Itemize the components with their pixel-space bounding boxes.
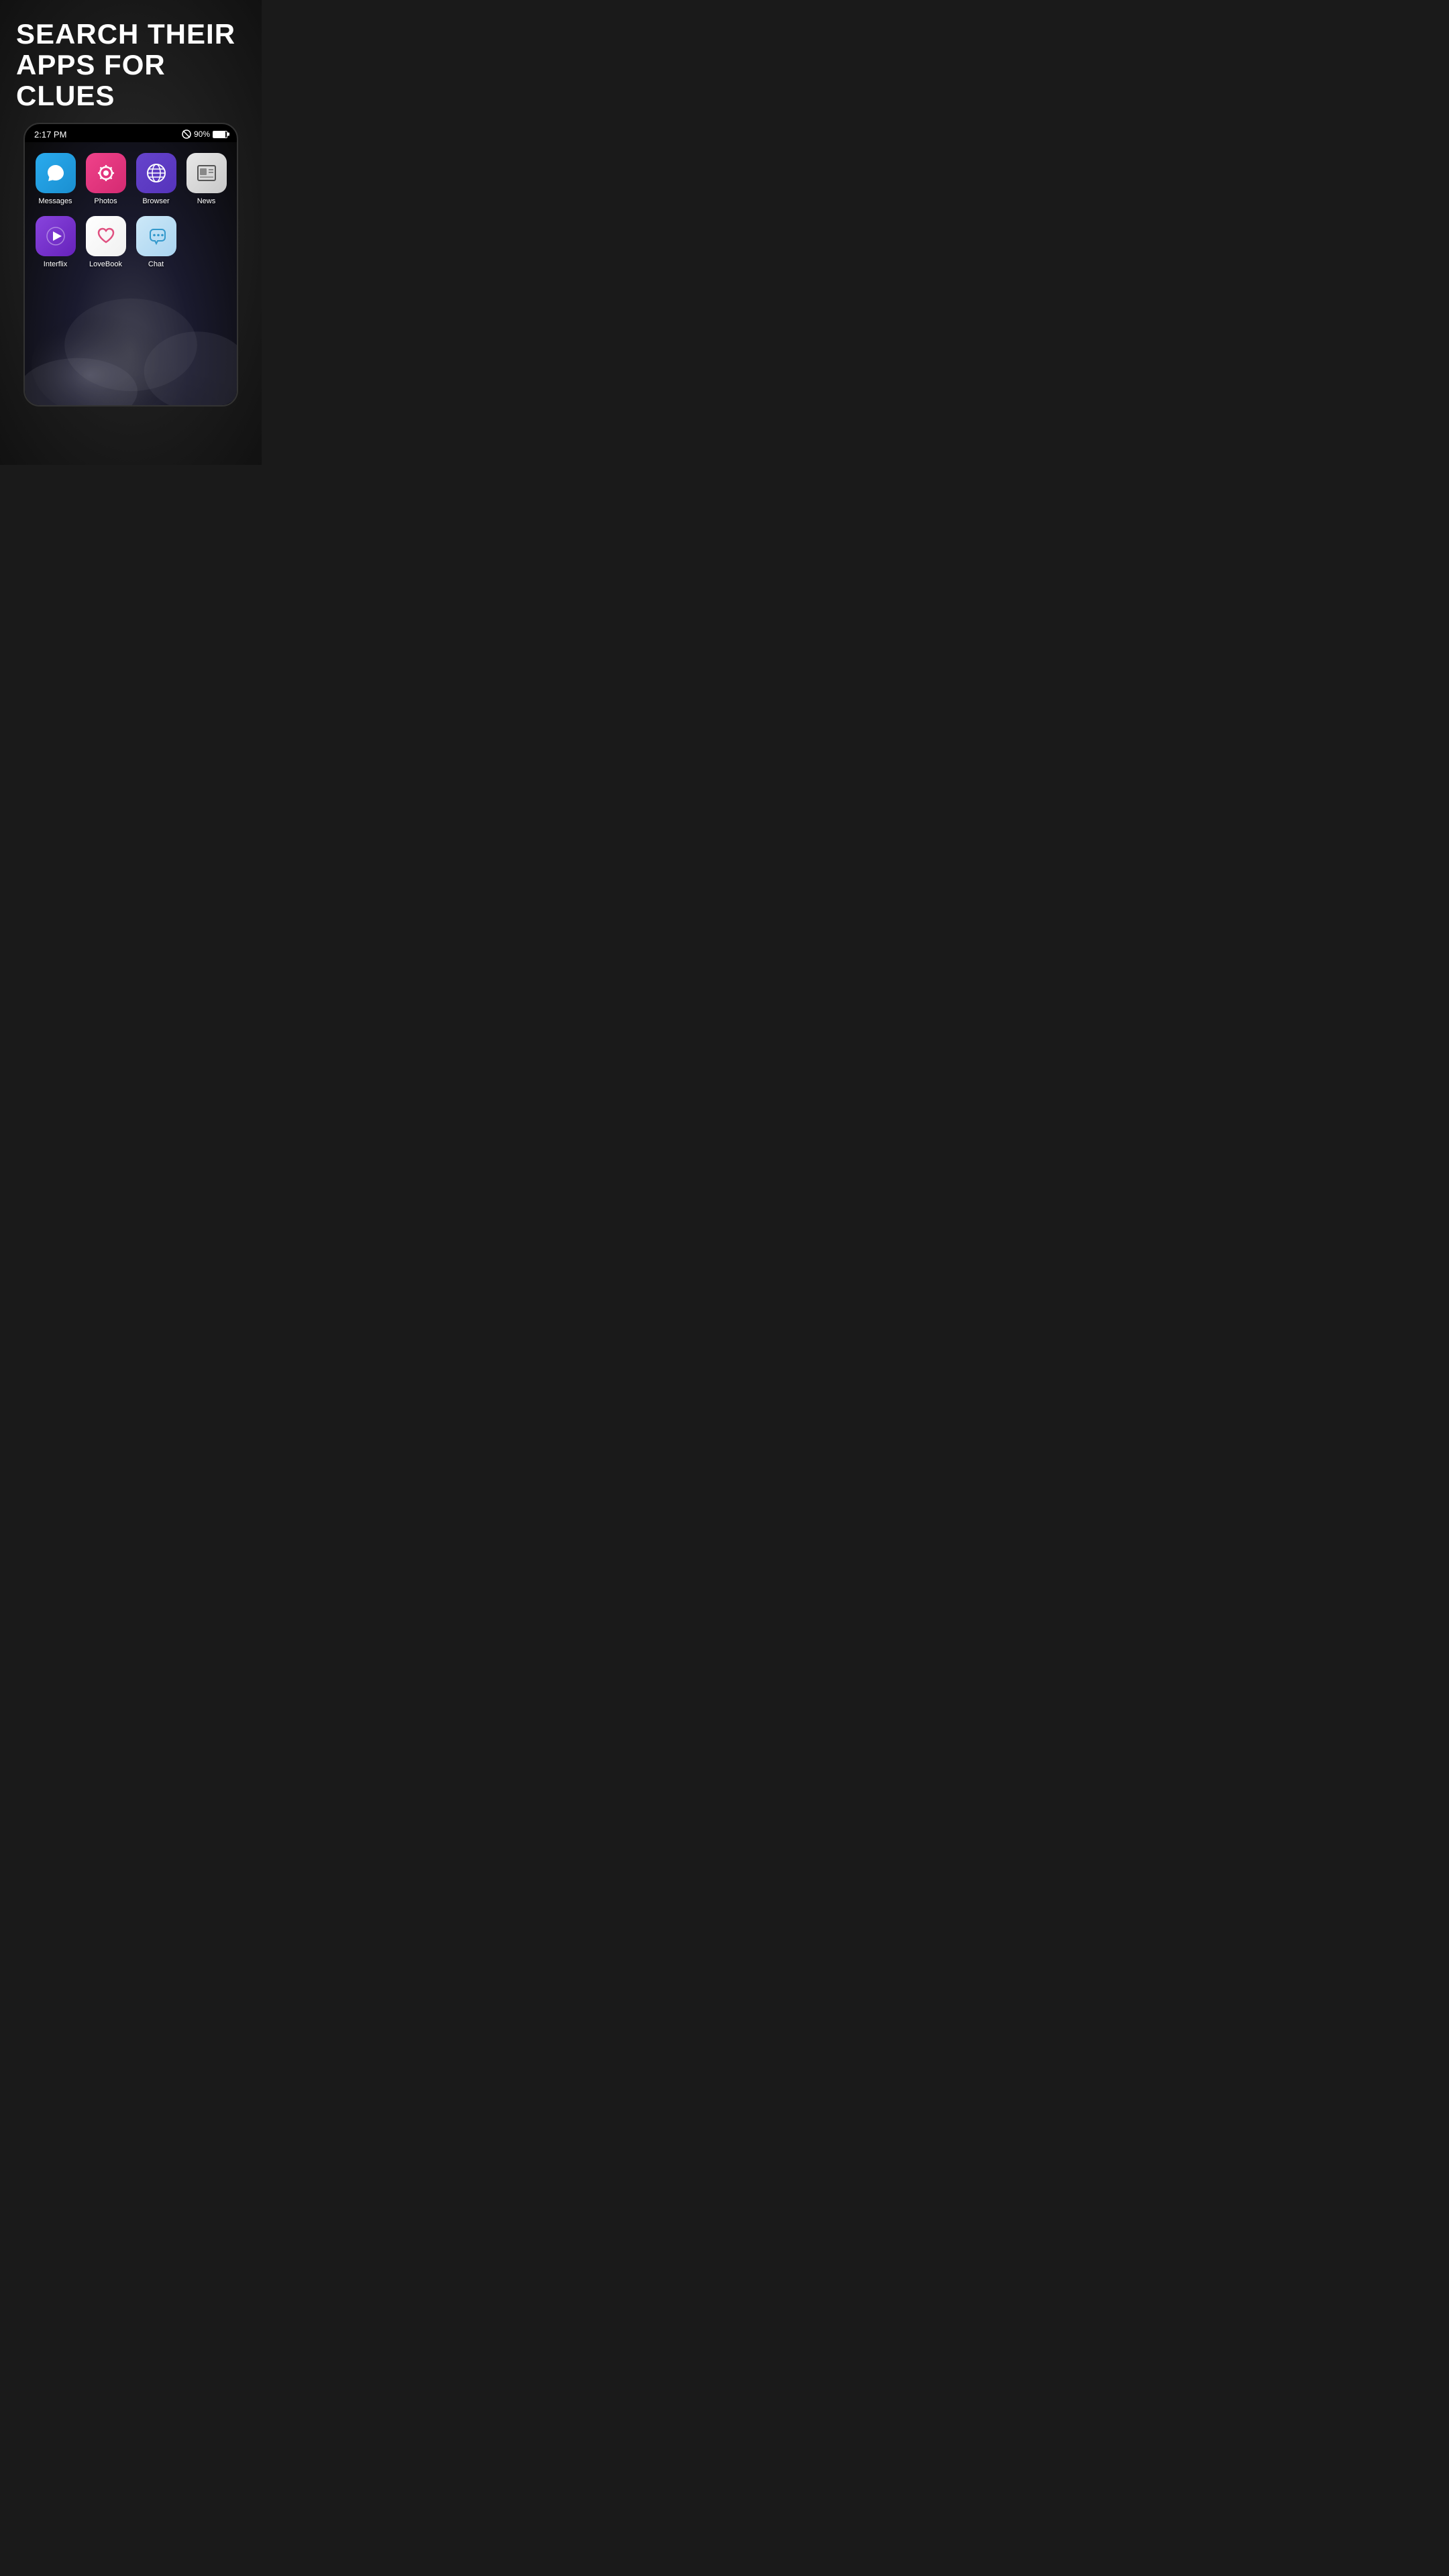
app-photos[interactable]: Photos [83, 153, 128, 205]
interflix-label: Interflix [44, 260, 67, 268]
chat-label: Chat [148, 260, 164, 268]
chat-svg [144, 224, 168, 248]
lovebook-label: LoveBook [89, 260, 122, 268]
status-bar: 2:17 PM 90% [25, 124, 237, 142]
news-svg [195, 161, 219, 185]
messages-svg [44, 162, 67, 184]
interflix-svg [44, 225, 67, 248]
browser-label: Browser [142, 197, 169, 205]
messages-label: Messages [38, 197, 72, 205]
battery-pct: 90% [194, 129, 210, 139]
lovebook-svg [94, 224, 118, 248]
headline-text: SEARCH THEIR APPS FOR CLUES [16, 19, 246, 112]
news-label: News [197, 197, 216, 205]
browser-icon [136, 153, 176, 193]
apps-grid-row2: Interflix LoveBook [25, 216, 237, 284]
news-icon [186, 153, 227, 193]
status-icons: 90% [182, 129, 227, 139]
time-display: 2:17 PM [34, 129, 66, 140]
headline-line2: APPS FOR CLUES [16, 49, 166, 111]
dnd-icon [182, 129, 191, 139]
app-messages[interactable]: Messages [33, 153, 78, 205]
headline: SEARCH THEIR APPS FOR CLUES [0, 0, 262, 123]
phone-screen: Messages [25, 142, 237, 405]
smoke-svg [25, 284, 237, 405]
interflix-icon [36, 216, 76, 256]
app-interflix[interactable]: Interflix [33, 216, 78, 268]
headline-line1: SEARCH THEIR [16, 18, 235, 50]
messages-icon [36, 153, 76, 193]
app-chat[interactable]: Chat [133, 216, 178, 268]
page-wrapper: SEARCH THEIR APPS FOR CLUES 2:17 PM 90% [0, 0, 262, 465]
chat-icon [136, 216, 176, 256]
phone-frame: 2:17 PM 90% [23, 123, 238, 407]
lovebook-icon [86, 216, 126, 256]
smoke-area [25, 284, 237, 405]
apps-grid-row1: Messages [25, 142, 237, 216]
photos-label: Photos [94, 197, 117, 205]
app-browser[interactable]: Browser [133, 153, 178, 205]
empty-slot [184, 216, 229, 268]
browser-svg [144, 161, 168, 185]
battery-icon [213, 131, 227, 138]
app-news[interactable]: News [184, 153, 229, 205]
photos-icon [86, 153, 126, 193]
photos-svg [95, 162, 117, 184]
app-lovebook[interactable]: LoveBook [83, 216, 128, 268]
